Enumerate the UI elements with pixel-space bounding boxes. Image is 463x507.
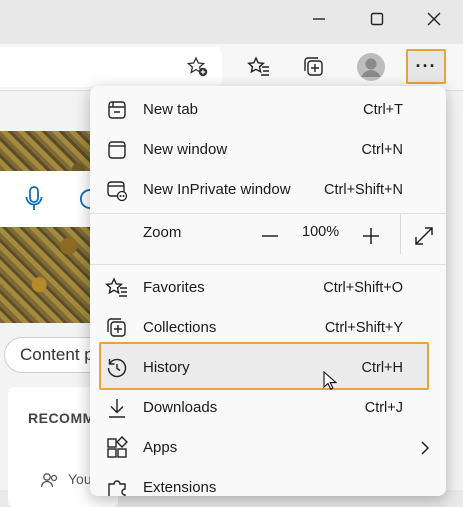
title-bar [0, 0, 463, 44]
minimize-icon [313, 18, 325, 20]
close-icon [427, 12, 441, 26]
menu-item-label: New window [143, 141, 228, 158]
plus-icon [363, 228, 379, 244]
more-icon: ··· [415, 56, 437, 76]
menu-item-label: Apps [143, 439, 178, 456]
collections-icon [304, 57, 323, 76]
menu-item-apps[interactable]: Apps [90, 428, 446, 468]
menu-item-label: Extensions [143, 479, 217, 496]
chevron-right-icon [420, 441, 430, 455]
zoom-out-button[interactable] [260, 226, 280, 246]
minimize-button[interactable] [290, 0, 348, 38]
menu-item-shortcut: Ctrl+N [361, 142, 404, 158]
zoom-value: 100% [302, 224, 340, 240]
menu-item-new-window[interactable]: New window Ctrl+N [90, 130, 446, 170]
collections-button[interactable] [297, 50, 331, 84]
extensions-icon [105, 476, 129, 496]
microphone-icon[interactable] [24, 185, 44, 213]
maximize-icon [370, 12, 384, 26]
avatar [357, 53, 385, 81]
menu-item-label: New InPrivate window [143, 181, 291, 198]
menu-item-shortcut: Ctrl+H [361, 360, 404, 376]
address-bar[interactable] [0, 47, 222, 87]
menu-item-label: New tab [143, 101, 199, 118]
page-search-box[interactable] [0, 171, 98, 227]
inprivate-icon [105, 178, 129, 202]
zoom-label: Zoom [143, 224, 182, 241]
you-text: You [68, 471, 92, 487]
menu-item-shortcut: Ctrl+Shift+N [324, 182, 403, 198]
zoom-divider [400, 214, 401, 254]
background-image [0, 131, 98, 323]
menu-item-label: Favorites [143, 279, 205, 296]
menu-item-favorites[interactable]: Favorites Ctrl+Shift+O [90, 268, 446, 308]
menu-item-extensions[interactable]: Extensions [90, 468, 446, 496]
menu-item-new-inprivate-window[interactable]: New InPrivate window Ctrl+Shift+N [90, 170, 446, 210]
favorites-icon [247, 56, 269, 76]
add-favorite-icon[interactable] [186, 56, 208, 78]
profile-button[interactable] [354, 50, 388, 84]
fullscreen-icon [415, 227, 433, 245]
menu-item-new-tab[interactable]: New tab Ctrl+T [90, 90, 446, 130]
menu-divider [90, 264, 446, 265]
favorites-button[interactable] [242, 50, 276, 84]
minus-icon [262, 235, 278, 237]
favorites-icon [105, 276, 129, 300]
maximize-button[interactable] [348, 0, 406, 38]
settings-and-more-button[interactable]: ··· [406, 49, 446, 84]
downloads-icon [105, 396, 129, 420]
collections-icon [105, 316, 129, 340]
new-tab-icon [105, 98, 129, 122]
menu-item-shortcut: Ctrl+Shift+O [323, 280, 403, 296]
apps-icon [105, 436, 129, 460]
menu-item-label: Downloads [143, 399, 218, 416]
history-icon [105, 356, 129, 380]
menu-item-label: History [143, 359, 190, 376]
new-window-icon [105, 138, 129, 162]
menu-item-shortcut: Ctrl+J [364, 400, 403, 416]
recommended-heading: RECOMM [28, 410, 95, 426]
zoom-in-button[interactable] [361, 226, 381, 246]
settings-menu: New tab Ctrl+T New window Ctrl+N New InP… [90, 86, 446, 496]
menu-item-shortcut: Ctrl+T [363, 102, 403, 118]
menu-item-downloads[interactable]: Downloads Ctrl+J [90, 388, 446, 428]
browser-toolbar: ··· [0, 44, 463, 91]
menu-divider [90, 213, 446, 214]
close-button[interactable] [405, 0, 463, 38]
fullscreen-button[interactable] [414, 226, 434, 246]
menu-item-history[interactable]: History Ctrl+H [90, 348, 446, 388]
people-icon [40, 471, 60, 489]
